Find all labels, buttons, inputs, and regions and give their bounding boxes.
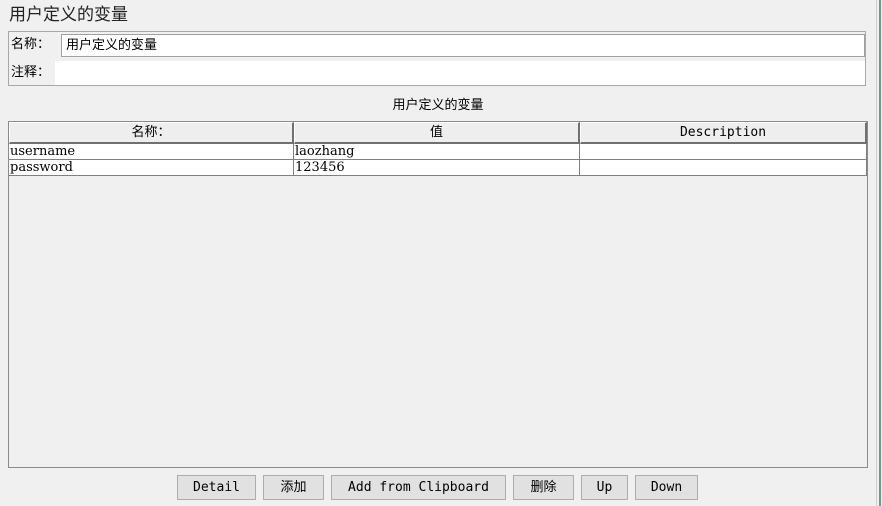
table-caption: 用户定义的变量 <box>392 98 484 113</box>
name-comment-group: 名称： 用户定义的变量 注释： <box>8 31 866 86</box>
name-input[interactable]: 用户定义的变量 <box>61 34 865 57</box>
comment-input[interactable] <box>55 61 865 85</box>
cell-name[interactable]: username <box>9 144 294 160</box>
detail-button[interactable]: Detail <box>177 475 256 500</box>
up-button[interactable]: Up <box>581 475 628 500</box>
column-header-name[interactable]: 名称： <box>9 122 294 144</box>
add-button[interactable]: 添加 <box>263 475 324 500</box>
cell-name[interactable]: password <box>9 160 294 176</box>
name-label: 名称： <box>11 37 51 52</box>
down-button[interactable]: Down <box>635 475 698 500</box>
column-header-value[interactable]: 值 <box>294 122 580 144</box>
variables-table[interactable]: 名称： 值 Description username laozhang pass… <box>8 121 868 468</box>
cell-description[interactable] <box>580 144 867 160</box>
cell-value[interactable]: laozhang <box>294 144 580 160</box>
table-row[interactable]: password 123456 <box>9 160 867 176</box>
window-divider <box>876 0 877 506</box>
add-from-clipboard-button[interactable]: Add from Clipboard <box>331 475 506 500</box>
delete-button[interactable]: 删除 <box>513 475 574 500</box>
panel-title: 用户定义的变量 <box>9 5 128 25</box>
window-splitter[interactable] <box>879 0 881 506</box>
table-row[interactable]: username laozhang <box>9 144 867 160</box>
column-header-description[interactable]: Description <box>580 122 867 144</box>
button-bar: Detail 添加 Add from Clipboard 删除 Up Down <box>0 475 876 500</box>
table-body: username laozhang password 123456 <box>9 144 867 176</box>
comment-label: 注释： <box>11 65 51 80</box>
cell-value[interactable]: 123456 <box>294 160 580 176</box>
cell-description[interactable] <box>580 160 867 176</box>
table-header: 名称： 值 Description <box>9 122 867 144</box>
